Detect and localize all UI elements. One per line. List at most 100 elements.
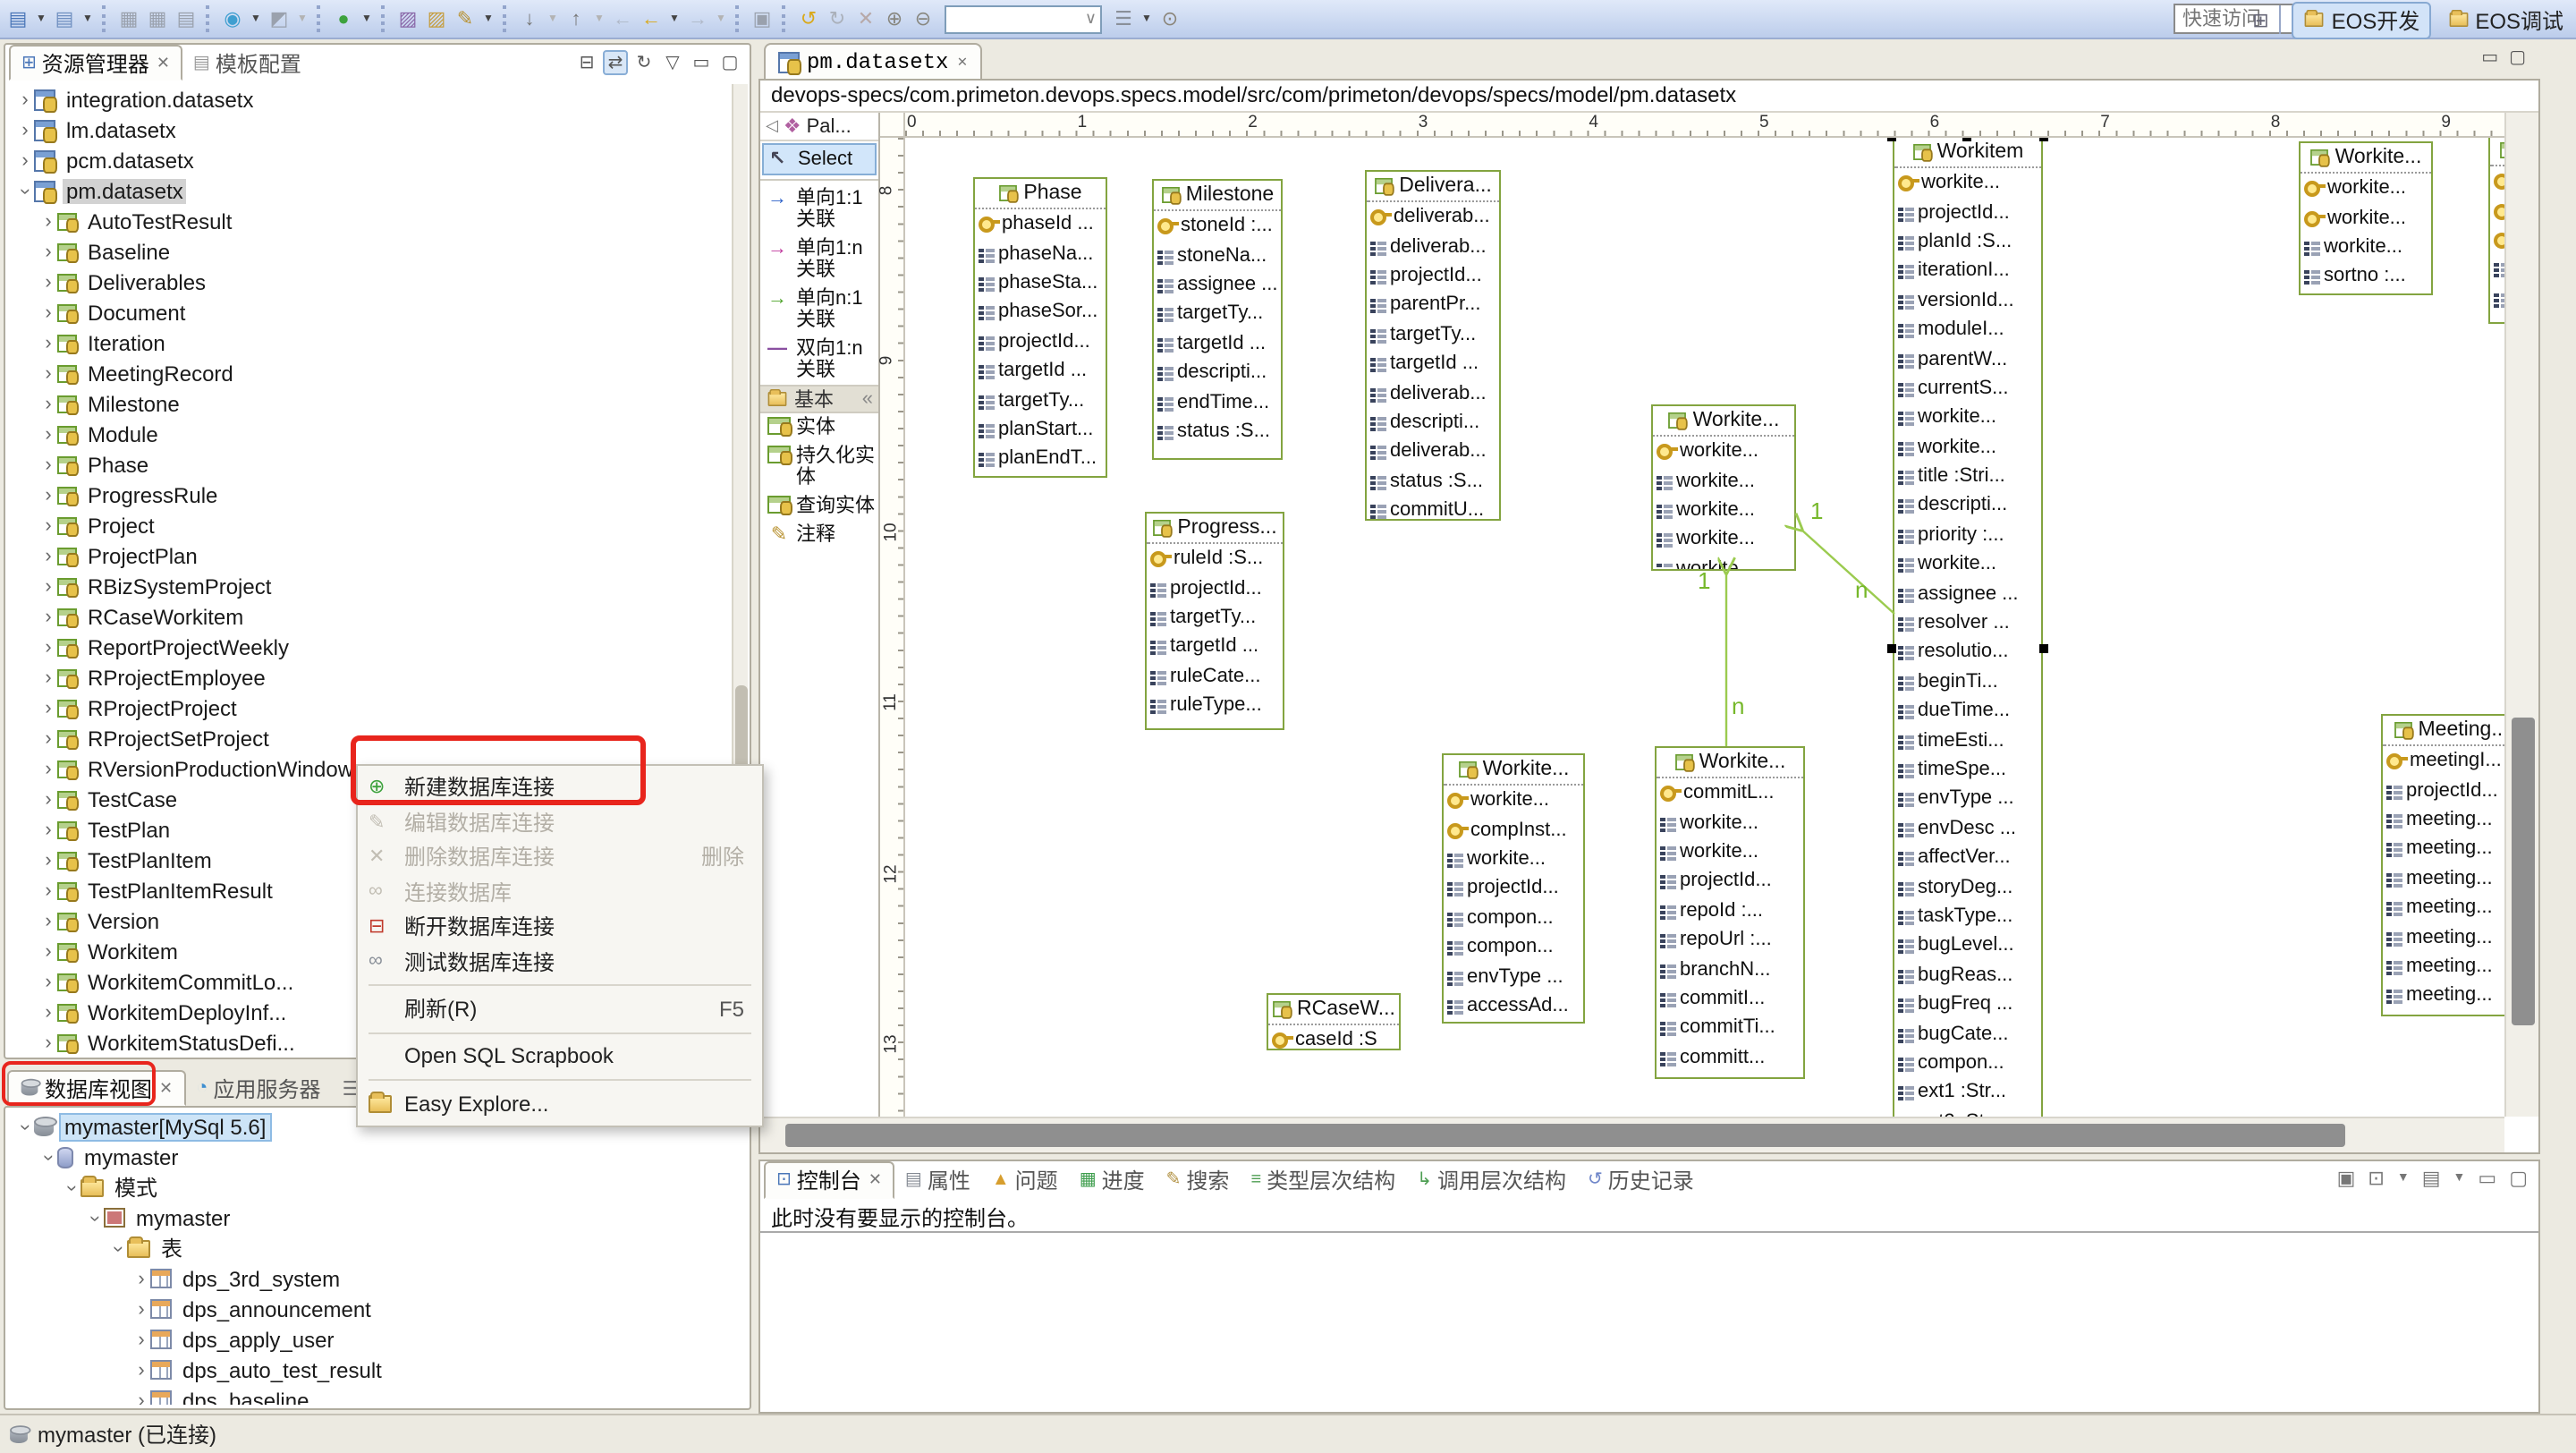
entity-field[interactable]: workite... [1894,168,2041,198]
back-dropdown-icon[interactable]: ▼ [665,4,683,33]
collapsed-arrow-icon[interactable]: › [39,638,57,656]
entity-field[interactable]: compon... [1894,1048,2041,1077]
menu-item[interactable]: ⊕新建数据库连接 [358,769,762,804]
entity-field[interactable]: affectVer... [1894,843,2041,872]
delete-icon[interactable]: ✕ [852,4,880,33]
new-file-dropdown-icon[interactable]: ▼ [32,4,50,33]
collapse-all-icon[interactable]: ⊟ [574,50,599,75]
tree-item[interactable]: ›Deliverables [9,267,730,297]
entity-field[interactable]: phaseId ... [975,209,1106,239]
entity-field[interactable]: targetId ... [975,356,1106,386]
entity-field[interactable]: workite... [1444,845,1583,874]
entity[interactable]: Delivera...deliverab...deliverab...proje… [1365,170,1501,521]
collapsed-arrow-icon[interactable]: › [39,942,57,960]
entity-field[interactable]: workite... [1653,466,1794,496]
tree-item[interactable]: ›dps_3rd_system [9,1263,746,1294]
minimize-view-icon[interactable]: ▭ [689,50,714,75]
print-icon[interactable]: ▤ [172,4,200,33]
entity-field[interactable]: projectId... [1147,574,1283,603]
palette-tool-rel-1to1[interactable]: →单向1:1关联 [760,184,878,234]
entity[interactable]: PhasephaseId ...phaseNa...phaseSta...pha… [973,177,1107,478]
close-icon[interactable]: ✕ [957,53,967,71]
collapsed-arrow-icon[interactable]: › [39,820,57,838]
entity-field[interactable] [2490,196,2504,225]
entity[interactable] [2488,138,2504,324]
entity-field[interactable]: commitL... [1657,778,1803,808]
entity-field[interactable]: meeting... [2383,893,2504,922]
save-all-icon[interactable]: ▦ [143,4,172,33]
entity-field[interactable]: workite... [1894,403,2041,432]
editor-tab[interactable]: pm.datasetx ✕ [764,43,981,79]
entity-field[interactable]: meeting... [2383,834,2504,863]
entity-field[interactable]: envType ... [1444,962,1583,991]
entity-field[interactable]: planStart... [975,414,1106,444]
menu-item[interactable]: ∞测试数据库连接 [358,944,762,979]
entity-field[interactable]: bugReas... [1894,960,2041,990]
entity-field[interactable]: status :S... [1367,466,1499,496]
tree-item[interactable]: ›dps_announcement [9,1294,746,1324]
link-with-editor-icon[interactable]: ⇄ [603,50,628,75]
mark-occurrences-icon[interactable]: ✎ [451,4,479,33]
entity-field[interactable]: workite... [1653,496,1794,525]
entity-field[interactable]: status :S... [1154,416,1281,446]
entity-field[interactable]: meeting... [2383,981,2504,1010]
menu-item[interactable]: ⊟断开数据库连接 [358,909,762,944]
console-tab-1[interactable]: ▤属性 [894,1161,981,1199]
tree-item[interactable]: ›pcm.datasetx [9,145,730,175]
close-icon[interactable]: ✕ [159,1078,173,1098]
entity-field[interactable] [2490,166,2504,196]
entity-field[interactable]: projectId... [1657,866,1803,896]
entity[interactable]: Workite...workite...workite...workite...… [1651,404,1796,571]
entity-field[interactable]: title :Stri... [1894,462,2041,491]
console-tab-5[interactable]: ≡类型层次结构 [1240,1161,1406,1199]
entity-field[interactable]: ruleId :S... [1147,544,1283,574]
entity-field[interactable]: meeting... [2383,951,2504,981]
entity-field[interactable]: timeEsti... [1894,726,2041,755]
editor-horizontal-scrollbar[interactable] [760,1117,2504,1152]
entity-field[interactable]: deliverab... [1367,437,1499,466]
view-menu-icon[interactable]: ▽ [660,50,685,75]
tree-item[interactable]: ›pm.datasetx [9,175,730,206]
palette-tool-rel-1ton[interactable]: →单向1:n关联 [760,234,878,285]
expanded-arrow-icon[interactable]: › [86,1209,104,1227]
entity-field[interactable]: compon... [1444,932,1583,962]
undo-icon[interactable]: ↺ [794,4,823,33]
entity-field[interactable]: planId :S... [1894,227,2041,257]
entity-field[interactable]: workite... [1653,437,1794,466]
view-tab-database-view[interactable]: 数据库视图✕ [7,1070,185,1106]
collapsed-arrow-icon[interactable]: › [39,577,57,595]
entity-field[interactable]: envType ... [1894,784,2041,813]
tree-item[interactable]: ›mymaster [9,1202,746,1233]
expanded-arrow-icon[interactable]: › [16,182,34,200]
maximize-editor-icon[interactable]: ▢ [2509,48,2526,68]
tree-item[interactable]: ›RProjectProject [9,693,730,723]
tree-item[interactable]: ›mymaster [9,1142,746,1172]
new-file-icon[interactable]: ▤ [4,4,32,33]
open-console-dropdown-icon[interactable]: ▼ [2453,1172,2466,1185]
minimize-console-icon[interactable]: ▭ [2478,1167,2496,1190]
perspective-tab-debug[interactable]: EOS调试 [2437,3,2572,37]
entity-field[interactable]: versionId... [1894,285,2041,315]
previous-annotation-icon[interactable]: ↑ [562,4,590,33]
collapsed-arrow-icon[interactable]: › [132,1361,150,1379]
collapsed-arrow-icon[interactable]: › [39,608,57,625]
entity-field[interactable]: projectId... [1367,261,1499,291]
close-icon[interactable]: ✕ [157,53,170,72]
palette-tool-entity[interactable]: 实体 [760,413,878,442]
entity-field[interactable]: meeting... [2383,805,2504,835]
tree-item[interactable]: ›RBizSystemProject [9,571,730,601]
entity-field[interactable]: deliverab... [1367,232,1499,261]
entity-field[interactable]: workite... [1894,549,2041,579]
entity-field[interactable]: priority :... [1894,520,2041,549]
entity-field[interactable]: stoneNa... [1154,241,1281,270]
expanded-arrow-icon[interactable]: › [109,1239,127,1257]
save-icon[interactable]: ▦ [114,4,143,33]
collapsed-arrow-icon[interactable]: › [39,668,57,686]
entity-field[interactable]: taskType... [1894,902,2041,931]
selection-handle[interactable] [1887,644,1896,653]
collapsed-arrow-icon[interactable]: › [39,425,57,443]
entity-field[interactable]: targetTy... [975,386,1106,415]
tree-item[interactable]: ›表 [9,1233,746,1263]
diagram-canvas[interactable]: PhasephaseId ...phaseNa...phaseSta...pha… [905,138,2504,1117]
relation-line[interactable] [1801,530,1894,614]
